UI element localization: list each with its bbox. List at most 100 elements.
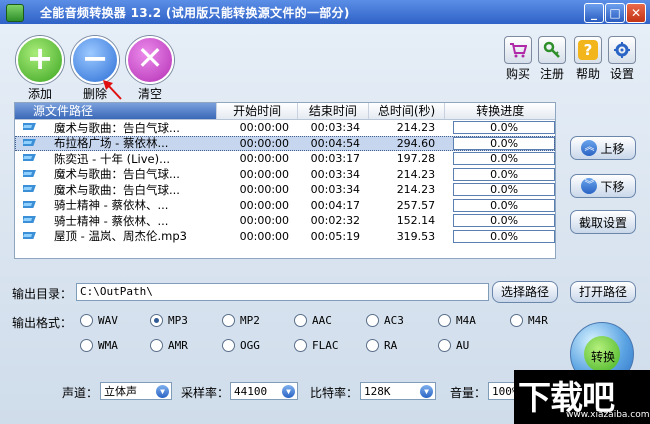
help-button[interactable]: ? 帮助 (573, 36, 603, 82)
format-radio-flac[interactable]: FLAC (294, 339, 339, 352)
file-name: 骑士精神 - 蔡依林、... (54, 198, 169, 213)
start-time: 00:00:00 (239, 229, 290, 243)
output-dir-input[interactable]: C:\OutPath\ (76, 283, 489, 301)
radio-icon (222, 314, 235, 327)
end-time: 00:03:34 (310, 121, 361, 135)
maximize-button[interactable]: □ (605, 3, 625, 23)
format-radio-m4r[interactable]: M4R (510, 314, 548, 327)
list-header: 源文件路径 开始时间 结束时间 总时间(秒) 转换进度 (15, 103, 555, 120)
header-source-path[interactable]: 源文件路径 (15, 103, 217, 119)
format-radio-amr[interactable]: AMR (150, 339, 188, 352)
music-file-icon (20, 167, 39, 182)
chevron-down-icon: ▼ (156, 385, 169, 398)
radio-icon (366, 339, 379, 352)
bitrate-select[interactable]: 128K ▼ (360, 382, 436, 400)
settings-label: 设置 (609, 67, 634, 81)
x-icon: ✕ (126, 36, 174, 84)
samplerate-select[interactable]: 44100 ▼ (230, 382, 298, 400)
file-list[interactable]: 源文件路径 开始时间 结束时间 总时间(秒) 转换进度 魔术与歌曲：告白气球..… (14, 102, 556, 259)
format-label: OGG (240, 339, 260, 352)
table-row[interactable]: 魔术与歌曲：告白气球... 00:00:00 00:03:34 214.23 0.0% (15, 167, 555, 183)
output-dir-label: 输出目录： (12, 287, 73, 301)
music-file-icon (20, 151, 39, 166)
format-radio-au[interactable]: AU (438, 339, 469, 352)
format-radio-mp3[interactable]: MP3 (150, 314, 188, 327)
format-radio-aac[interactable]: AAC (294, 314, 332, 327)
format-label: MP2 (240, 314, 260, 327)
format-radio-mp2[interactable]: MP2 (222, 314, 260, 327)
table-row[interactable]: 魔术与歌曲：告白气球... 00:00:00 00:03:34 214.23 0.0% (15, 120, 555, 136)
format-label: AU (456, 339, 470, 352)
bitrate-value: 128K (364, 385, 391, 398)
table-row[interactable]: 布拉格广场 - 蔡依林... 00:00:00 00:04:54 294.60 0.0% (15, 135, 555, 151)
table-row[interactable]: 骑士精神 - 蔡依林、... 00:00:00 00:02:32 152.14 0.0% (15, 213, 555, 229)
samplerate-label: 采样率： (181, 386, 230, 400)
move-up-button[interactable]: ︽ 上移 (570, 136, 636, 160)
trim-settings-button[interactable]: 截取设置 (570, 210, 636, 234)
list-rows: 魔术与歌曲：告白气球... 00:00:00 00:03:34 214.23 0.0% 布… (15, 120, 555, 244)
music-file-icon (20, 229, 39, 244)
minimize-button[interactable]: _ (584, 3, 604, 23)
volume-label: 音量： (450, 386, 487, 400)
total-time: 214.23 (396, 183, 436, 197)
move-up-label: 上移 (600, 141, 625, 156)
header-end-time[interactable]: 结束时间 (296, 103, 368, 119)
header-start-time[interactable]: 开始时间 (216, 103, 297, 119)
add-button[interactable]: + 添加 (16, 36, 64, 102)
format-radio-wav[interactable]: WAV (80, 314, 118, 327)
file-name: 骑士精神 - 蔡依林、... (54, 213, 169, 228)
progress-bar: 0.0% (453, 183, 555, 197)
buy-button[interactable]: 购买 (503, 36, 533, 82)
start-time: 00:00:00 (239, 198, 290, 212)
format-label: WAV (98, 314, 118, 327)
music-file-icon (20, 120, 39, 135)
choose-path-button[interactable]: 选择路径 (492, 281, 558, 303)
table-row[interactable]: 陈奕迅 - 十年 (Live)... 00:00:00 00:03:17 197.28… (15, 151, 555, 167)
settings-button[interactable]: 设置 (607, 36, 637, 82)
table-row[interactable]: 骑士精神 - 蔡依林、... 00:00:00 00:04:17 257.57 0.0% (15, 198, 555, 214)
channel-select[interactable]: 立体声 ▼ (100, 382, 172, 400)
total-time: 319.53 (396, 229, 436, 243)
gear-icon (608, 36, 636, 64)
progress-bar: 0.0% (453, 121, 555, 135)
start-time: 00:00:00 (239, 152, 290, 166)
register-button[interactable]: 注册 (537, 36, 567, 82)
table-row[interactable]: 屋顶 - 温岚、周杰伦.mp3 00:00:00 00:05:19 319.53 0.0… (15, 229, 555, 245)
move-down-button[interactable]: ︾ 下移 (570, 174, 636, 198)
channel-value: 立体声 (104, 385, 137, 398)
end-time: 00:05:19 (310, 229, 361, 243)
close-button[interactable]: ✕ (626, 3, 646, 23)
file-name: 布拉格广场 - 蔡依林... (54, 136, 169, 151)
radio-icon (80, 314, 93, 327)
clear-label: 清空 (137, 87, 162, 101)
help-icon: ? (574, 36, 602, 64)
format-radio-m4a[interactable]: M4A (438, 314, 476, 327)
end-time: 00:03:17 (310, 152, 361, 166)
start-time: 00:00:00 (239, 183, 290, 197)
open-path-button[interactable]: 打开路径 (570, 281, 636, 303)
header-progress[interactable]: 转换进度 (444, 103, 555, 119)
cart-icon (504, 36, 532, 64)
bitrate-label: 比特率： (310, 386, 359, 400)
clear-button[interactable]: ✕ 清空 (126, 36, 174, 102)
start-time: 00:00:00 (239, 136, 290, 150)
format-label: AMR (168, 339, 188, 352)
format-radio-ac3[interactable]: AC3 (366, 314, 404, 327)
start-time: 00:00:00 (239, 167, 290, 181)
header-total-time[interactable]: 总时间(秒) (367, 103, 445, 119)
progress-bar: 0.0% (453, 167, 555, 181)
radio-icon (438, 339, 451, 352)
format-radio-ra[interactable]: RA (366, 339, 397, 352)
radio-icon (294, 339, 307, 352)
total-time: 214.23 (396, 121, 436, 135)
total-time: 214.23 (396, 167, 436, 181)
register-label: 注册 (539, 67, 564, 81)
radio-icon (80, 339, 93, 352)
format-radio-ogg[interactable]: OGG (222, 339, 260, 352)
end-time: 00:03:34 (310, 183, 361, 197)
format-label: AC3 (384, 314, 404, 327)
double-chevron-up-icon: ︽ (581, 140, 598, 156)
table-row[interactable]: 魔术与歌曲：告白气球... 00:00:00 00:03:34 214.23 0.0% (15, 182, 555, 198)
format-radio-wma[interactable]: WMA (80, 339, 118, 352)
end-time: 00:03:34 (310, 167, 361, 181)
